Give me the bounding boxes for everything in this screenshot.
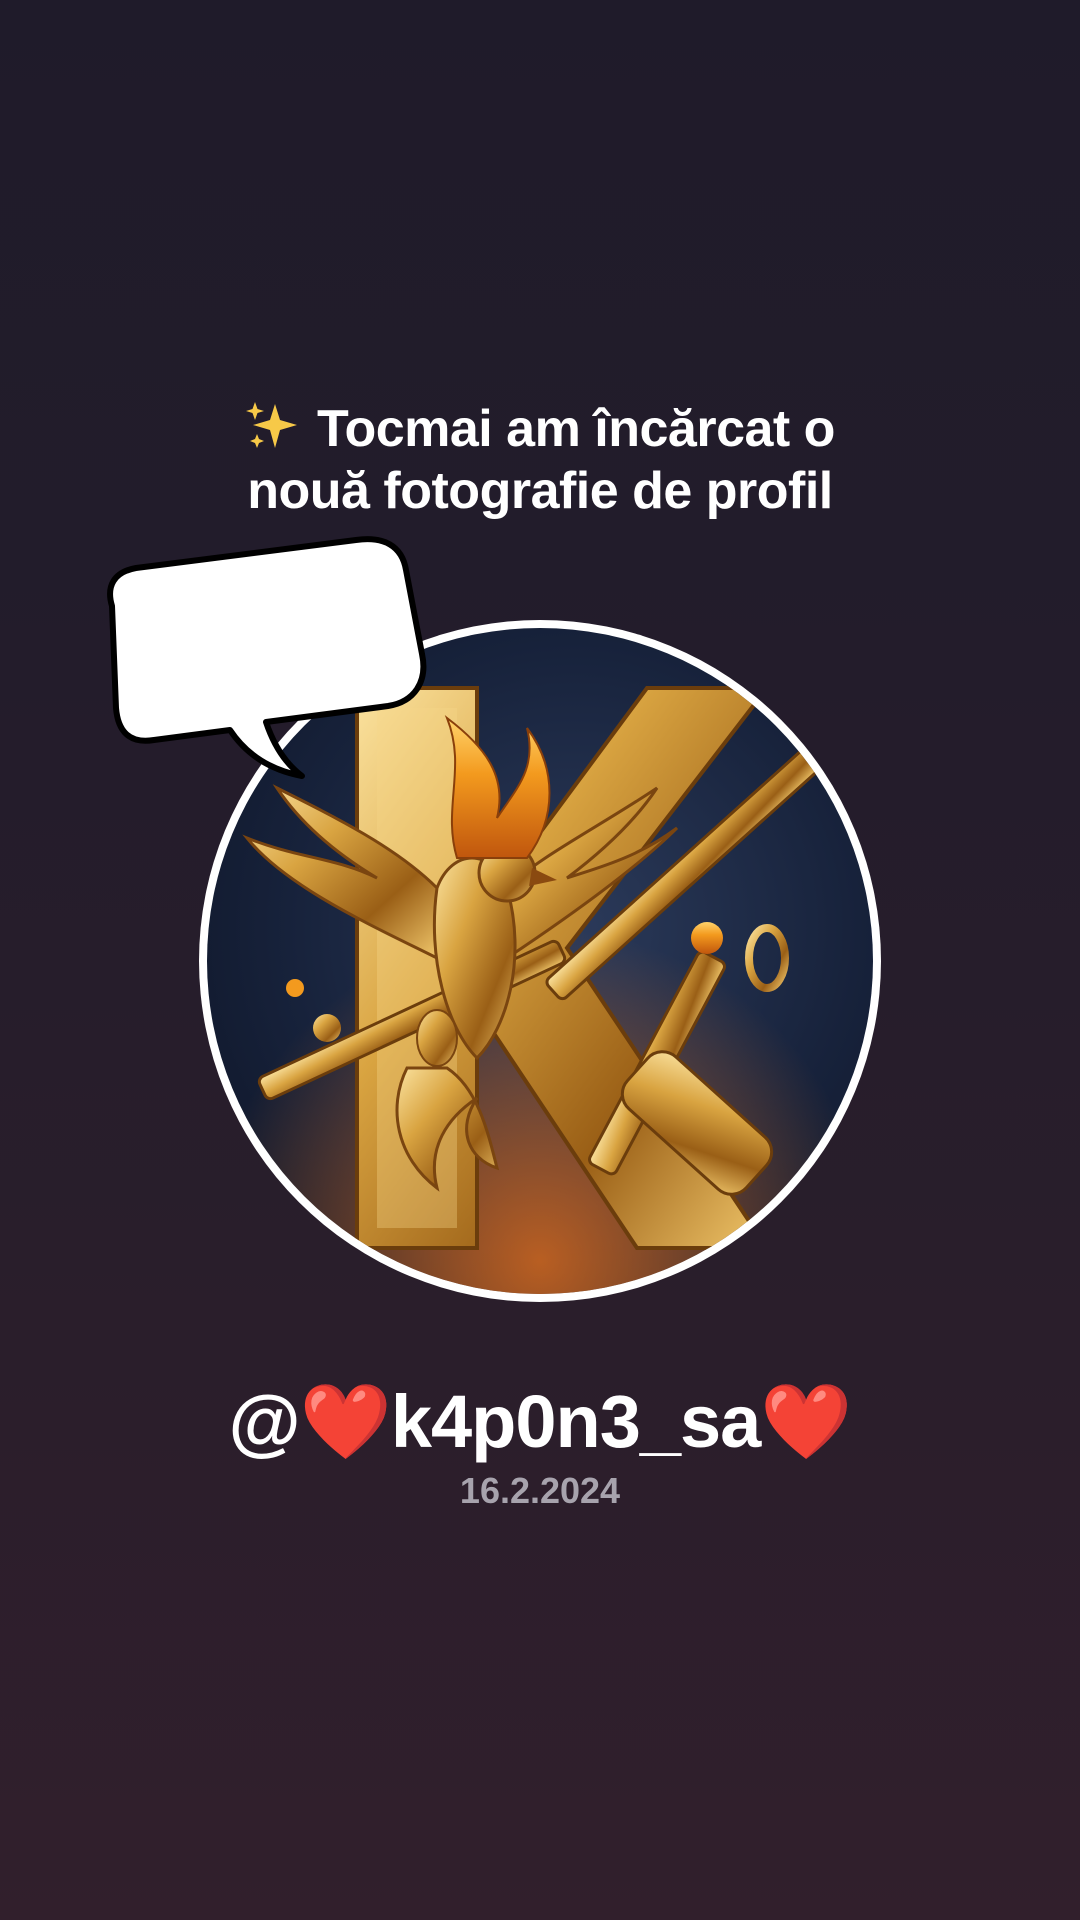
upload-date: 16.2.2024 (459, 1470, 621, 1511)
headline-line-2: nouă fotografie de profil (247, 462, 833, 520)
sparkles-icon (246, 402, 298, 448)
speech-bubble (96, 536, 436, 816)
username[interactable]: @❤️k4p0n3_sa❤️ (0, 1378, 1080, 1466)
headline-line-1: Tocmai am încărcat o (0, 398, 1080, 460)
speech-bubble-shape (107, 536, 427, 779)
headline-text-1: Tocmai am încărcat o (317, 400, 835, 458)
headline: Tocmai am încărcat o nouă fotografie de … (0, 398, 1080, 522)
